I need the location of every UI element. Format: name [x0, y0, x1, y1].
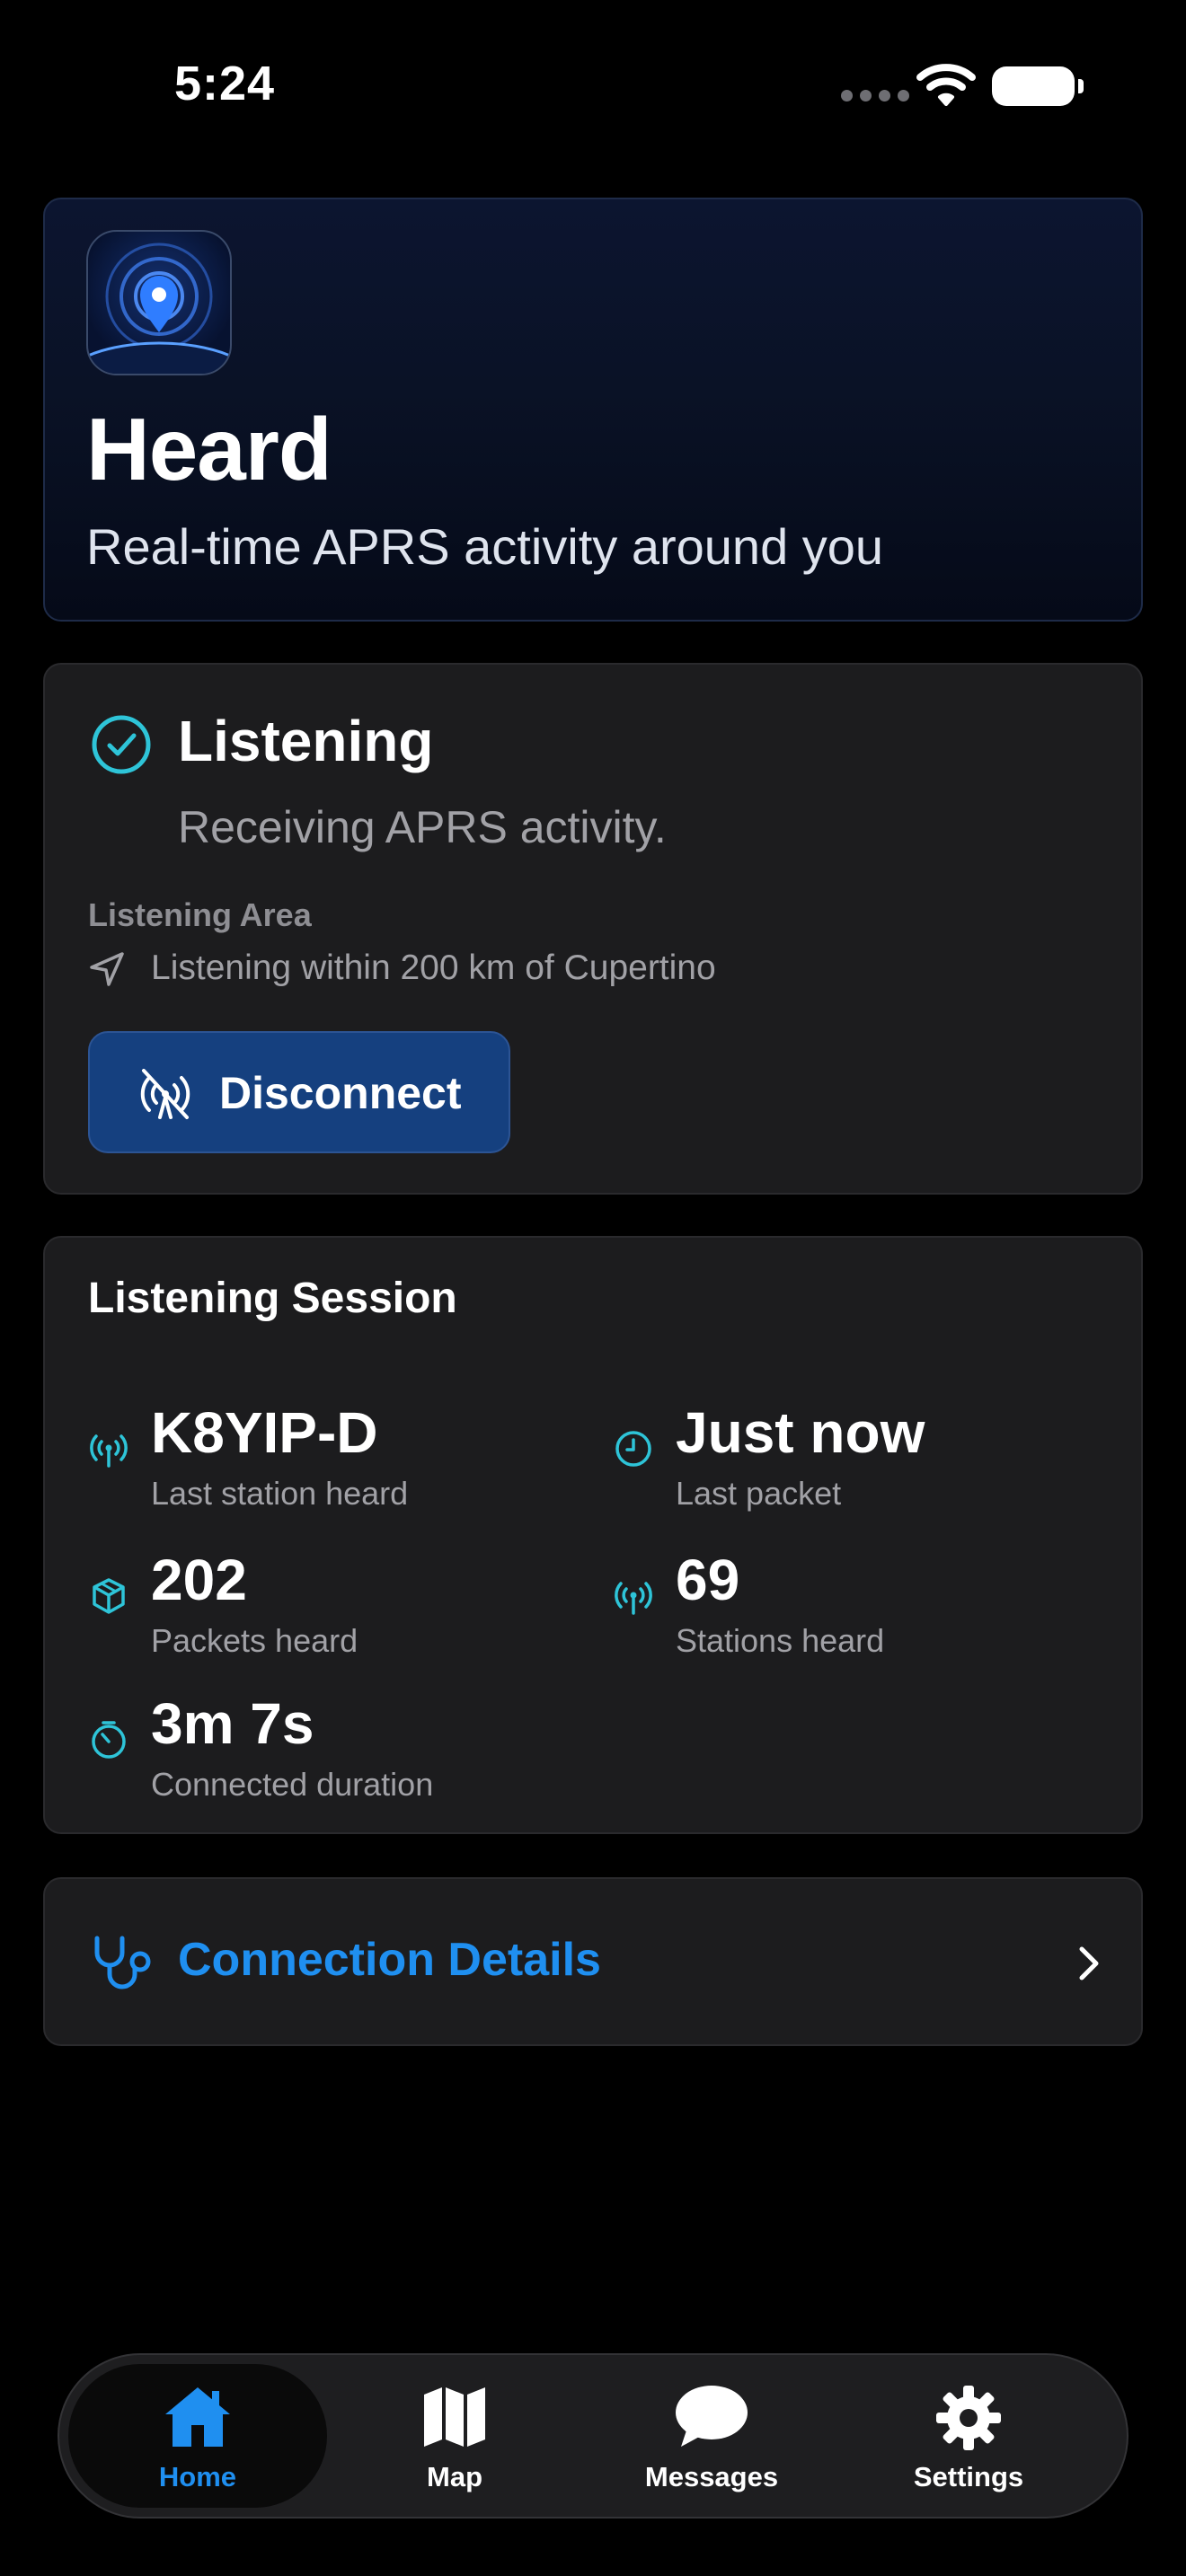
tab-bar: Home Map Messages Settings [58, 2353, 1128, 2519]
battery-icon [992, 66, 1084, 106]
wifi-icon [916, 64, 976, 106]
session-title: Listening Session [88, 1275, 457, 1322]
connection-details-row[interactable]: Connection Details [43, 1877, 1143, 2046]
tab-messages[interactable]: Messages [582, 2364, 841, 2508]
status-time: 5:24 [174, 57, 276, 110]
listening-status-card: Listening Receiving APRS activity. Liste… [43, 663, 1143, 1195]
stethoscope-icon [94, 1936, 151, 1989]
tab-label: Map [427, 2461, 482, 2492]
checkmark-circle-icon [92, 715, 151, 774]
stat-value: K8YIP-D [151, 1400, 378, 1465]
app-subtitle: Real-time APRS activity around you [86, 518, 884, 575]
tab-label: Settings [913, 2461, 1024, 2492]
tab-label: Messages [644, 2461, 779, 2492]
stat-label: Packets heard [151, 1622, 358, 1659]
app-logo-icon [86, 230, 232, 375]
chevron-right-icon [1079, 1946, 1099, 1981]
cube-icon [93, 1578, 125, 1614]
stat-label: Last station heard [151, 1475, 409, 1512]
listening-area-text: Listening within 200 km of Cupertino [151, 948, 716, 987]
stat-label: Last packet [676, 1475, 842, 1512]
stat-value: 202 [151, 1548, 247, 1612]
status-bar: 5:24 [0, 0, 1186, 180]
map-icon [424, 2387, 485, 2447]
antenna-off-icon [140, 1069, 190, 1119]
location-arrow-icon [90, 952, 124, 986]
listening-title: Listening [178, 709, 434, 773]
tab-label: Home [158, 2461, 237, 2492]
antenna-icon [615, 1582, 652, 1615]
disconnect-label: Disconnect [219, 1068, 462, 1118]
listening-subtitle: Receiving APRS activity. [178, 802, 667, 852]
stat-label: Connected duration [151, 1766, 434, 1803]
timer-icon [92, 1721, 126, 1759]
app-title: Heard [86, 400, 332, 498]
tab-map[interactable]: Map [325, 2364, 584, 2508]
listening-area-label: Listening Area [88, 896, 312, 933]
house-icon [165, 2387, 230, 2447]
listening-session-card: Listening Session K8YIP-D Last station h… [43, 1236, 1143, 1834]
stat-value: 3m 7s [151, 1691, 314, 1756]
gear-icon [936, 2386, 1001, 2450]
chat-bubble-icon [676, 2386, 748, 2447]
stat-value: 69 [676, 1548, 740, 1612]
disconnect-button[interactable]: Disconnect [88, 1031, 510, 1153]
stat-label: Stations heard [676, 1622, 885, 1659]
antenna-icon [90, 1434, 128, 1468]
clock-icon [615, 1431, 651, 1467]
cellular-signal-icon [841, 90, 909, 101]
hero-banner: Heard Real-time APRS activity around you [43, 198, 1143, 622]
stat-value: Just now [676, 1400, 925, 1465]
connection-details-label: Connection Details [178, 1934, 601, 1986]
tab-settings[interactable]: Settings [839, 2364, 1098, 2508]
tab-home[interactable]: Home [68, 2364, 327, 2508]
